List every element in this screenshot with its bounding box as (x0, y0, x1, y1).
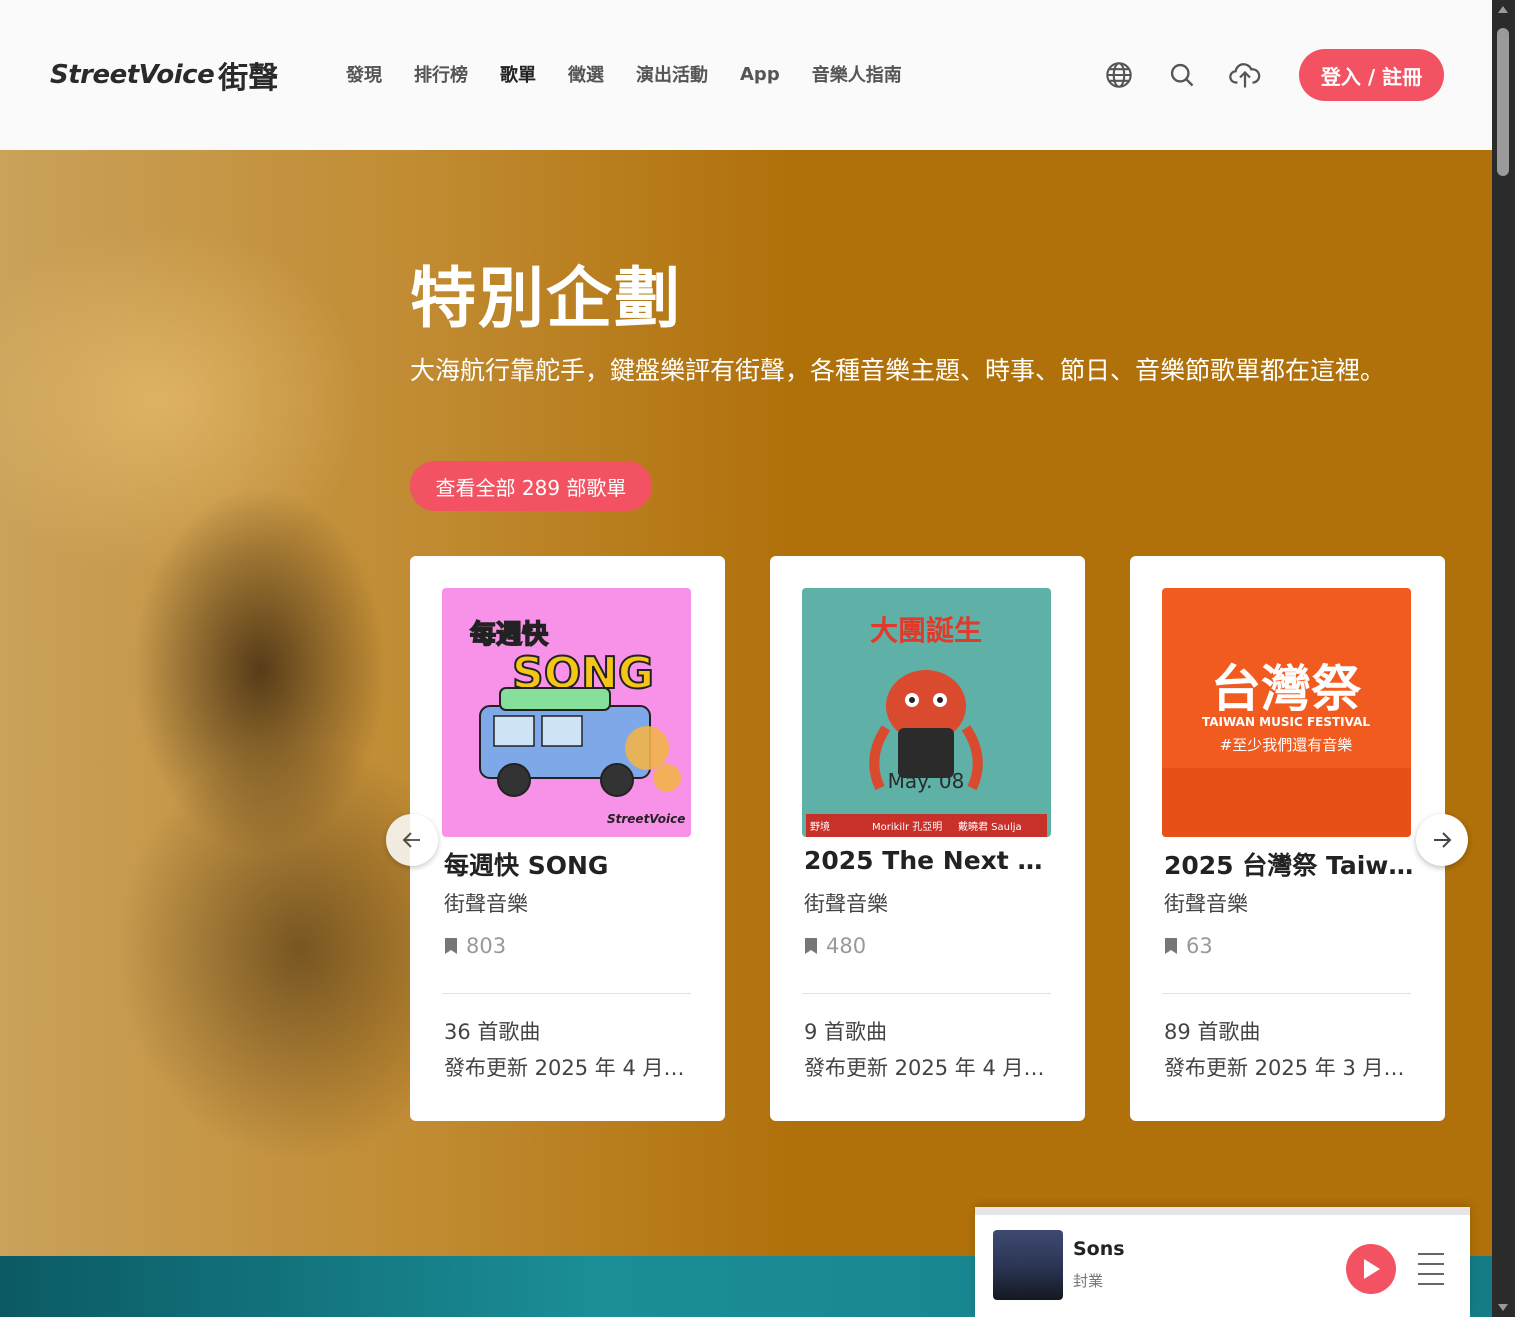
cover-tag3: 戴曉君 Saulja (958, 820, 1022, 833)
search-button[interactable] (1151, 47, 1213, 103)
carousel-next-button[interactable] (1416, 814, 1468, 866)
bookmark-count-value: 480 (826, 934, 867, 958)
nav-discover[interactable]: 發現 (330, 45, 398, 103)
card-divider (442, 993, 691, 994)
song-count: 89 首歌曲 (1164, 1020, 1261, 1044)
view-all-playlists-button[interactable]: 查看全部 289 部歌單 (410, 461, 652, 511)
playlist-author[interactable]: 街聲音樂 (1164, 888, 1248, 918)
updated-date: 發布更新 2025 年 3 月… (1164, 1056, 1405, 1080)
nav-events[interactable]: 演出活動 (620, 45, 724, 103)
carousel-prev-button[interactable] (386, 814, 438, 866)
site-header: StreetVoice 街聲 發現 排行榜 歌單 徵選 演出活動 App 音樂人… (0, 0, 1492, 150)
card-divider (1162, 993, 1411, 994)
search-icon (1170, 63, 1194, 87)
playlist-cover[interactable]: 每週快 SONG StreetVoice (442, 588, 691, 837)
song-count: 36 首歌曲 (444, 1020, 541, 1044)
now-playing-title[interactable]: Sons (1073, 1238, 1125, 1260)
festival-illustration: 台灣祭 TAIWAN MUSIC FESTIVAL #至少我們還有音樂 (1162, 660, 1411, 837)
playlist-title[interactable]: 2025 The Next Big Thing (804, 846, 1054, 875)
playlist-card: 每週快 SONG StreetVoice 每週快 SONG 街聲音樂 803 3… (410, 556, 725, 1121)
language-button[interactable] (1088, 47, 1150, 103)
bookmark-count[interactable]: 803 (444, 934, 506, 958)
updated-date: 發布更新 2025 年 4 月… (804, 1056, 1045, 1080)
octopus-illustration: 大團誕生 May. 08 野境 Morikilr 孔亞明 戴曉君 Saulja (806, 614, 1047, 837)
upload-cloud-icon (1229, 63, 1261, 88)
playlist-card: 台灣祭 TAIWAN MUSIC FESTIVAL #至少我們還有音樂 2025… (1130, 556, 1445, 1121)
song-count: 9 首歌曲 (804, 1020, 888, 1044)
updated-date: 發布更新 2025 年 4 月… (444, 1056, 685, 1080)
playlist-menu-icon (1418, 1253, 1444, 1255)
bookmark-icon (1165, 938, 1177, 954)
playlist-cover[interactable]: 台灣祭 TAIWAN MUSIC FESTIVAL #至少我們還有音樂 (1162, 588, 1411, 837)
playlist-card: 大團誕生 May. 08 野境 Morikilr 孔亞明 戴曉君 Saulja … (770, 556, 1085, 1121)
bookmark-count-value: 803 (466, 934, 507, 958)
playlist-cover[interactable]: 大團誕生 May. 08 野境 Morikilr 孔亞明 戴曉君 Saulja (802, 588, 1051, 837)
logo-wordmark: StreetVoice (50, 60, 215, 90)
page-title: 特別企劃 (410, 260, 682, 337)
cover-line2: May. 08 (888, 769, 965, 793)
now-playing-cover[interactable] (993, 1230, 1063, 1300)
special-projects-hero: 特別企劃 大海航行靠舵手，鍵盤樂評有街聲，各種音樂主題、時事、節日、音樂節歌單都… (0, 150, 1492, 1256)
scroll-thumb[interactable] (1497, 28, 1509, 176)
now-playing-artist[interactable]: 封業 (1073, 1270, 1103, 1291)
nav-auditions[interactable]: 徵選 (552, 45, 620, 103)
login-register-button[interactable]: 登入 / 註冊 (1299, 49, 1444, 101)
nav-charts[interactable]: 排行榜 (398, 45, 484, 103)
playlist-title[interactable]: 2025 台灣祭 Taiwan Music Festival (1164, 846, 1414, 882)
nav-app[interactable]: App (724, 45, 796, 103)
cover-line1: 每週快 (470, 619, 549, 650)
nav-playlists[interactable]: 歌單 (484, 45, 552, 103)
cover-line2: TAIWAN MUSIC FESTIVAL (1202, 715, 1370, 729)
mini-player: Sons 封業 (975, 1207, 1470, 1317)
van-illustration: 每週快 SONG StreetVoice (469, 618, 685, 826)
cover-brand: StreetVoice (607, 812, 685, 826)
play-icon (1364, 1259, 1380, 1279)
bookmark-count[interactable]: 480 (804, 934, 866, 958)
page-scrollbar[interactable] (1492, 0, 1515, 1317)
cover-tag1: 野境 (810, 820, 830, 833)
card-divider (802, 993, 1051, 994)
nav-musician-guide[interactable]: 音樂人指南 (796, 45, 918, 103)
cover-line3: #至少我們還有音樂 (1220, 736, 1353, 754)
cover-tag2: Morikilr 孔亞明 (872, 821, 942, 833)
bookmark-count-value: 63 (1186, 934, 1213, 958)
playlist-author[interactable]: 街聲音樂 (444, 888, 528, 918)
hero-description: 大海航行靠舵手，鍵盤樂評有街聲，各種音樂主題、時事、節日、音樂節歌單都在這裡。 (410, 356, 1386, 385)
playlist-author[interactable]: 街聲音樂 (804, 888, 888, 918)
arrow-right-icon (1434, 832, 1452, 848)
scroll-down-arrow[interactable] (1498, 1304, 1508, 1311)
play-button[interactable] (1346, 1244, 1396, 1294)
logo-cjk: 街聲 (218, 61, 279, 96)
globe-icon (1106, 62, 1132, 88)
player-progress-bar[interactable] (975, 1207, 1470, 1215)
cover-line1: 台灣祭 (1211, 660, 1362, 718)
bookmark-count[interactable]: 63 (1164, 934, 1213, 958)
upload-button[interactable] (1214, 47, 1276, 103)
arrow-left-icon (402, 832, 420, 848)
main-nav: 發現 排行榜 歌單 徵選 演出活動 App 音樂人指南 (330, 45, 918, 103)
scroll-up-arrow[interactable] (1498, 6, 1508, 13)
bookmark-icon (445, 938, 457, 954)
playlist-menu-button[interactable] (1416, 1249, 1446, 1289)
playlist-title[interactable]: 每週快 SONG (444, 846, 694, 882)
cover-line1: 大團誕生 (870, 614, 982, 647)
streetvoice-logo[interactable]: StreetVoice 街聲 (50, 57, 298, 96)
bookmark-icon (805, 938, 817, 954)
